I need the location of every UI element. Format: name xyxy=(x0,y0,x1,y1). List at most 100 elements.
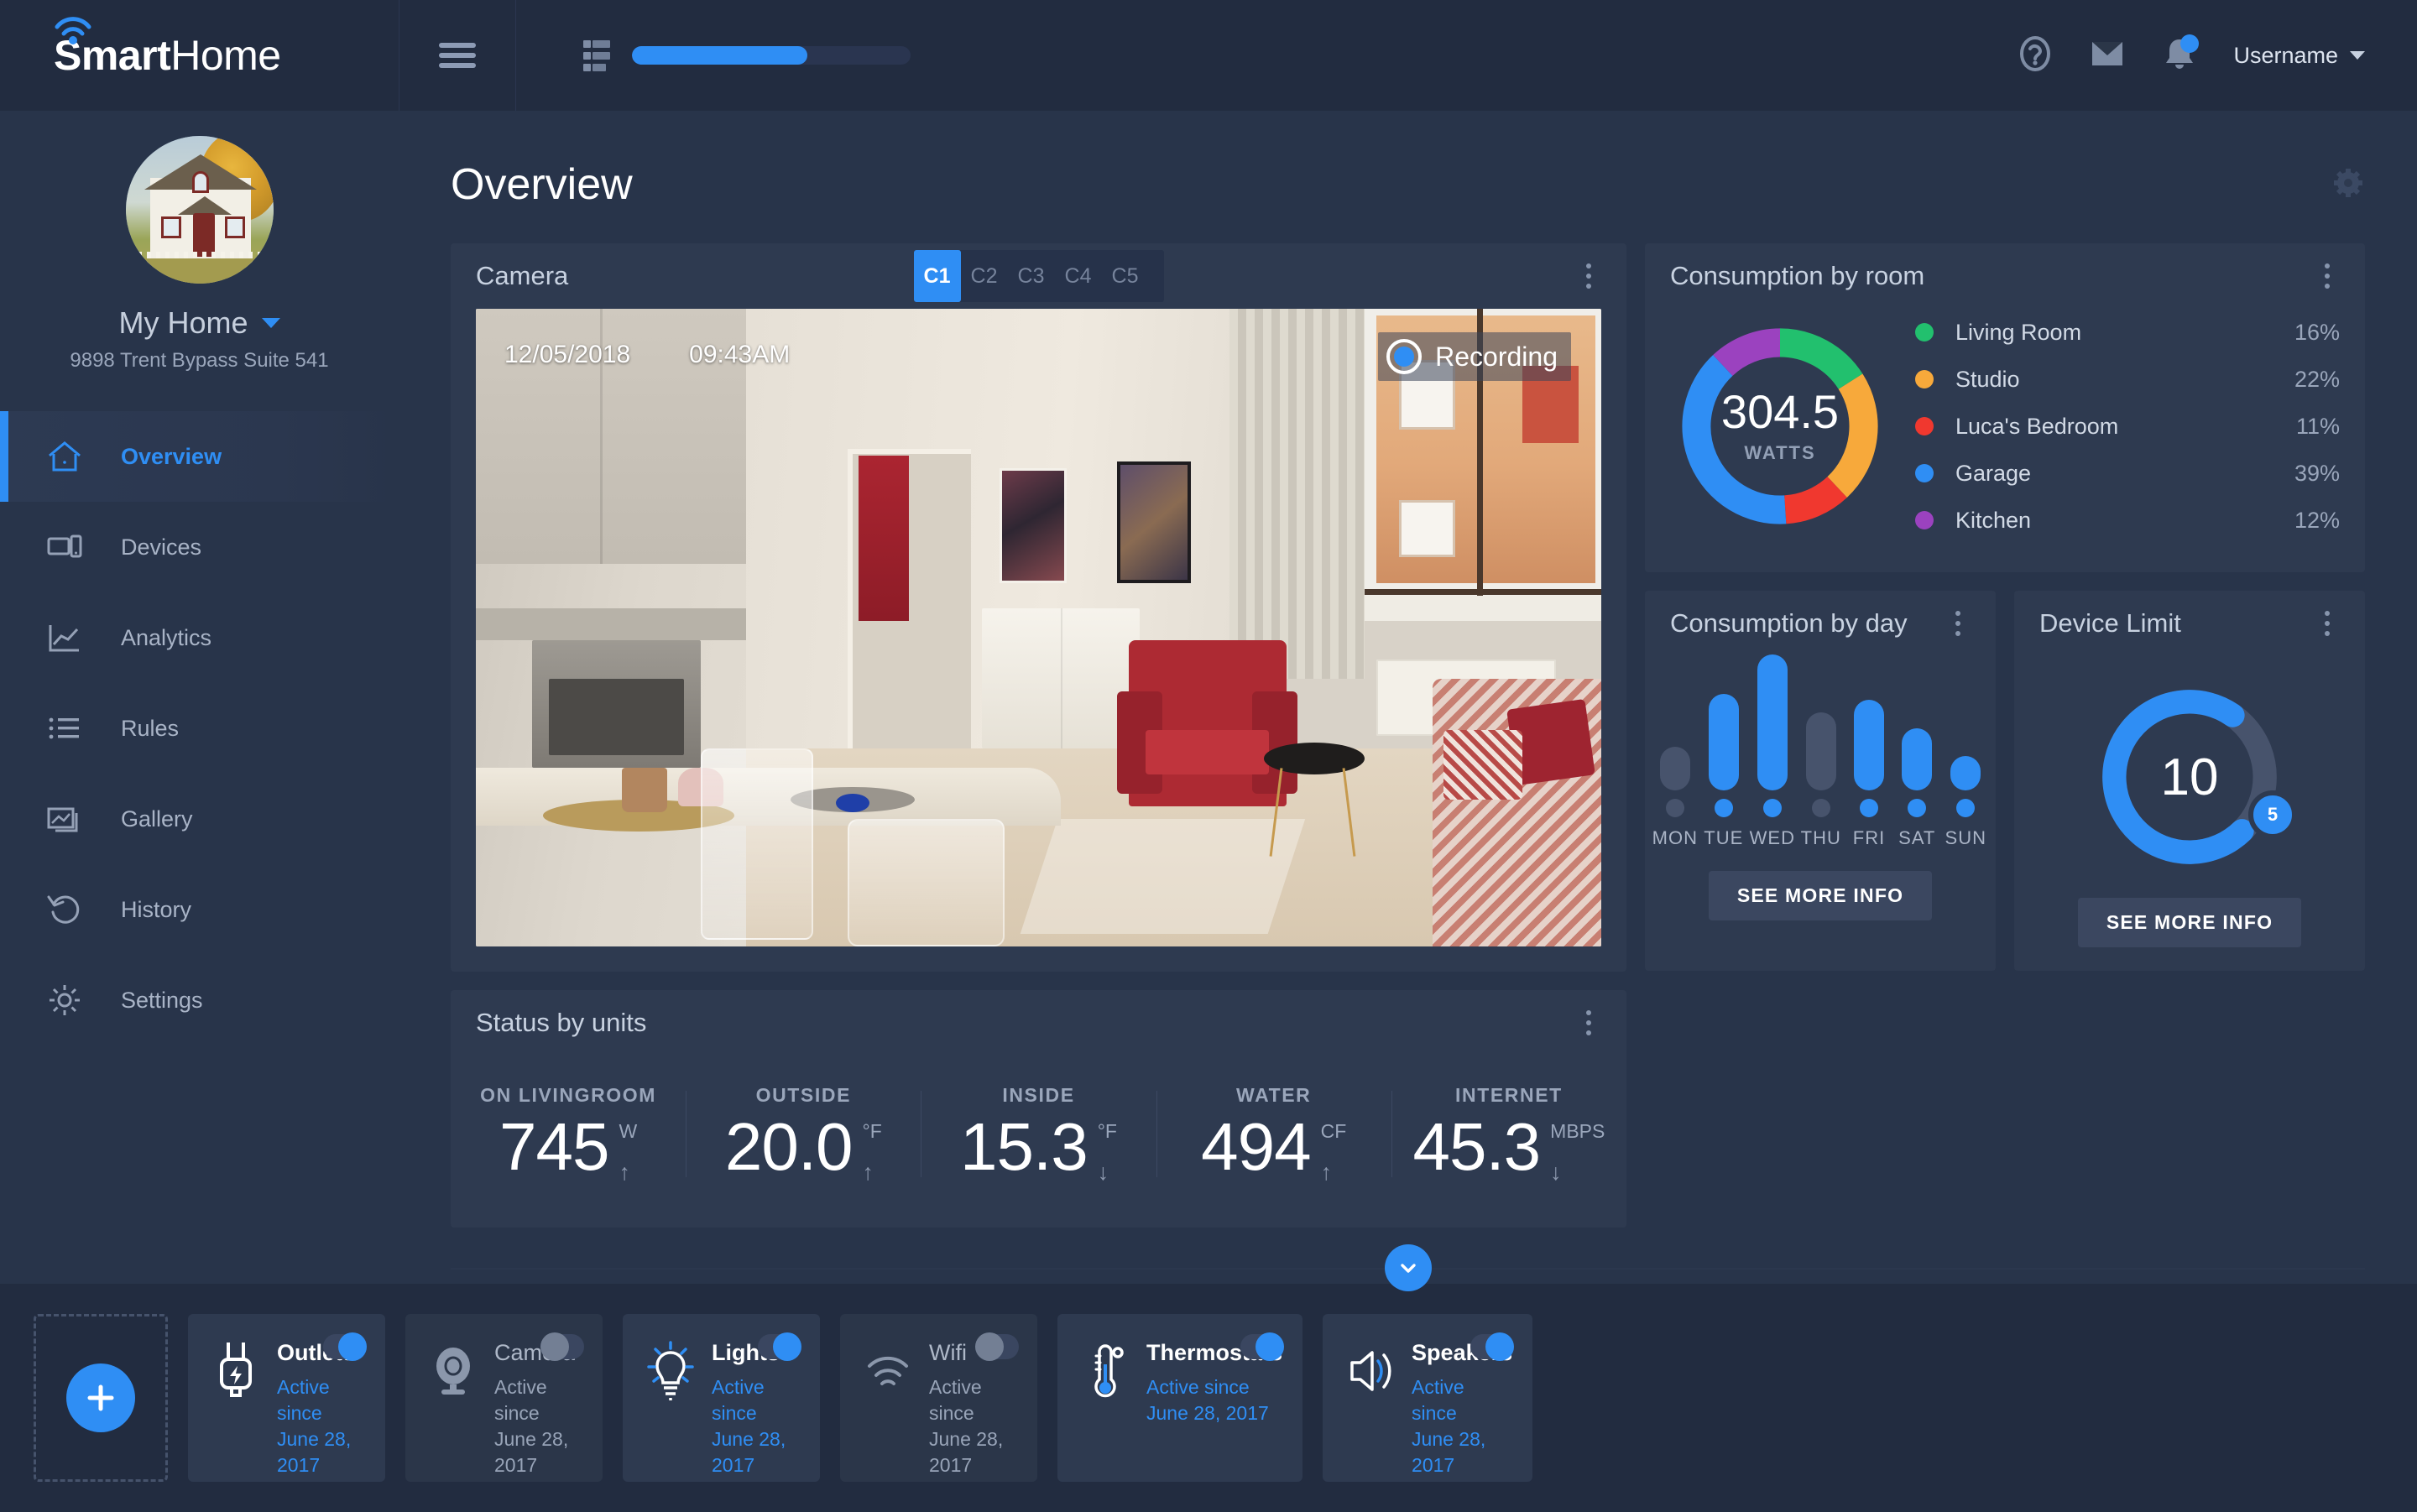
sidebar-item-analytics[interactable]: Analytics xyxy=(0,592,399,683)
camera-tab-c2[interactable]: C2 xyxy=(961,250,1008,302)
bar-knob xyxy=(1714,799,1733,817)
see-more-info-consumption-button[interactable]: SEE MORE INFO xyxy=(1708,871,1933,920)
device-status: Active since June 28, 2017 xyxy=(712,1375,786,1476)
bar-column[interactable]: MON xyxy=(1652,747,1697,849)
kebab-menu-icon[interactable] xyxy=(1576,1003,1601,1043)
collapse-row xyxy=(451,1228,2365,1308)
legend-label: Garage xyxy=(1955,460,2032,486)
device-card-thermostats[interactable]: Thermostats Active since June 28, 2017 xyxy=(1057,1314,1303,1482)
device-toggle[interactable] xyxy=(1240,1332,1285,1361)
page-settings-button[interactable] xyxy=(2331,166,2365,204)
consumption-by-room-card: Consumption by room 304.5 WATTS Living R… xyxy=(1645,243,2365,572)
legend-row: Living Room 16% xyxy=(1915,309,2340,356)
bar-column[interactable]: WED xyxy=(1750,654,1794,849)
legend-label: Luca's Bedroom xyxy=(1955,413,2119,439)
consumption-by-room-title: Consumption by room xyxy=(1670,261,1925,290)
legend-value: 12% xyxy=(2294,507,2340,533)
sidebar-item-label: Analytics xyxy=(121,624,212,650)
add-device-button[interactable] xyxy=(34,1314,168,1482)
sidebar-item-devices[interactable]: Devices xyxy=(0,502,399,592)
status-unit: OUTSIDE 20.0 °F ↑ xyxy=(686,1084,921,1184)
consumption-bar-chart: MON TUE WED THU FRI SAT SUN xyxy=(1645,654,1996,849)
consumption-by-day-title: Consumption by day xyxy=(1670,608,1908,638)
brand-logo[interactable]: SmartHome xyxy=(0,0,399,111)
kebab-menu-icon[interactable] xyxy=(2315,603,2340,644)
meter-fill xyxy=(632,46,808,65)
hamburger-icon xyxy=(439,38,476,73)
kebab-menu-icon[interactable] xyxy=(2315,256,2340,296)
legend-value: 11% xyxy=(2295,413,2340,439)
consumption-by-day-card: Consumption by day MON TUE WED THU FRI SAT SUN… xyxy=(1645,591,1996,971)
sidebar-item-label: History xyxy=(121,896,192,922)
device-limit-gauge: 10 5 xyxy=(2091,678,2297,876)
see-more-info-device-limit-button[interactable]: SEE MORE INFO xyxy=(2077,898,2302,947)
avatar[interactable] xyxy=(125,136,274,284)
undo-arrow-icon xyxy=(45,890,84,929)
home-address: 9898 Trent Bypass Suite 541 xyxy=(70,349,329,372)
bar-label: TUE xyxy=(1704,827,1744,848)
sidebar-item-overview[interactable]: Overview xyxy=(0,411,399,502)
legend-value: 39% xyxy=(2294,460,2340,486)
status-unit-value: 494 xyxy=(1201,1109,1311,1184)
bar-column[interactable]: SAT xyxy=(1898,728,1934,849)
legend-color-dot xyxy=(1915,323,1934,342)
donut-center-value: 304.5 xyxy=(1720,385,1840,438)
bar-column[interactable]: TUE xyxy=(1704,694,1744,849)
mail-button[interactable] xyxy=(2089,36,2126,75)
status-unit-label: INSIDE xyxy=(1002,1084,1075,1106)
device-card-camera[interactable]: Camera Active since June 28, 2017 xyxy=(405,1314,603,1482)
bar-column[interactable]: SUN xyxy=(1945,756,1986,849)
camera-time: 09:43AM xyxy=(689,341,791,368)
camera-tab-c1[interactable]: C1 xyxy=(913,250,961,302)
wifi-icon xyxy=(54,16,92,44)
sidebar-item-settings[interactable]: Settings xyxy=(0,955,399,1045)
sidebar-item-rules[interactable]: Rules xyxy=(0,683,399,774)
bar-label: THU xyxy=(1800,827,1841,848)
sidebar-item-history[interactable]: History xyxy=(0,864,399,955)
brand-light: Home xyxy=(170,32,281,79)
sidebar-item-gallery[interactable]: Gallery xyxy=(0,774,399,864)
device-toggle[interactable] xyxy=(975,1332,1019,1361)
device-toggle[interactable] xyxy=(323,1332,367,1361)
device-card-wifi[interactable]: Wifi Active since June 28, 2017 xyxy=(840,1314,1037,1482)
help-button[interactable] xyxy=(2017,35,2054,75)
bar-column[interactable]: FRI xyxy=(1853,700,1885,849)
bar xyxy=(1902,728,1933,790)
camera-tab-c5[interactable]: C5 xyxy=(1102,250,1149,302)
device-card-speakers[interactable]: Speakers Active since June 28, 2017 xyxy=(1323,1314,1533,1482)
plug-icon xyxy=(208,1336,264,1406)
user-menu[interactable]: Username xyxy=(2233,43,2365,69)
collapse-toggle-button[interactable] xyxy=(1384,1244,1432,1291)
sidebar-item-label: Settings xyxy=(121,987,203,1013)
status-unit-value: 745 xyxy=(499,1109,609,1184)
legend-color-dot xyxy=(1915,417,1934,435)
chevron-down-icon xyxy=(2350,51,2365,60)
device-limit-badge: 5 xyxy=(2248,790,2297,839)
system-meter xyxy=(583,36,911,76)
status-unit-trend-icon: ↑ xyxy=(1320,1160,1333,1185)
status-unit-trend-icon: ↑ xyxy=(862,1160,874,1185)
kebab-menu-icon[interactable] xyxy=(1576,256,1601,296)
camera-tab-c3[interactable]: C3 xyxy=(1008,250,1055,302)
device-toggle[interactable] xyxy=(1470,1332,1515,1361)
notifications-button[interactable] xyxy=(2161,34,2200,75)
device-toggle[interactable] xyxy=(758,1332,801,1361)
camera-feed[interactable]: 12/05/2018 09:43AM Recording xyxy=(476,309,1601,946)
bar-column[interactable]: THU xyxy=(1800,712,1841,849)
kebab-menu-icon[interactable] xyxy=(1945,603,1971,644)
status-unit: WATER 494 CF ↑ xyxy=(1156,1084,1391,1184)
home-selector[interactable]: My Home xyxy=(118,305,280,341)
device-card-lights[interactable]: Lights Active since June 28, 2017 xyxy=(623,1314,820,1482)
meter-track[interactable] xyxy=(632,46,911,65)
main-content: Overview Camera C1 C2 C3 C4 C5 12/05/201… xyxy=(399,111,2417,1291)
camera-tab-c4[interactable]: C4 xyxy=(1055,250,1102,302)
gear-icon xyxy=(45,981,84,1019)
device-card-outlets[interactable]: Outlets Active since June 28, 2017 xyxy=(188,1314,385,1482)
hamburger-button[interactable] xyxy=(399,0,516,111)
legend-row: Studio 22% xyxy=(1915,356,2340,403)
device-toggle[interactable] xyxy=(540,1332,584,1361)
status-unit-measure: °F xyxy=(862,1120,882,1142)
page-title: Overview xyxy=(451,160,633,209)
bar xyxy=(1950,756,1981,790)
device-status: Active since June 28, 2017 xyxy=(277,1375,352,1476)
